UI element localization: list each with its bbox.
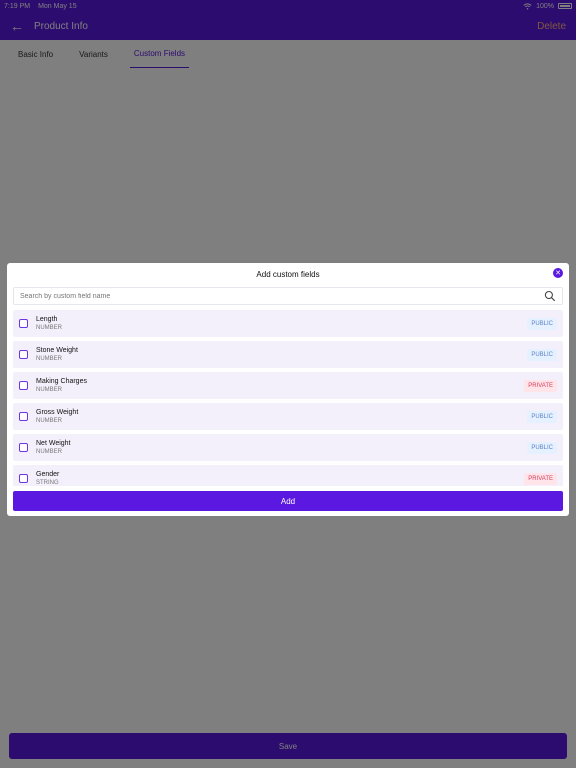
add-button[interactable]: Add — [13, 491, 563, 511]
list-item[interactable]: Gross Weight NUMBER PUBLIC — [13, 403, 563, 430]
field-type: NUMBER — [36, 449, 63, 455]
visibility-badge: PRIVATE — [524, 472, 557, 485]
field-name: Gross Weight — [36, 409, 79, 416]
list-item[interactable]: Net Weight NUMBER PUBLIC — [13, 434, 563, 461]
add-custom-fields-modal: Add custom fields ✕ Length NUMBER PUBLIC… — [7, 263, 569, 516]
visibility-badge: PUBLIC — [527, 317, 557, 330]
list-item[interactable]: Length NUMBER PUBLIC — [13, 310, 563, 337]
field-name: Making Charges — [36, 378, 87, 385]
checkbox[interactable] — [19, 474, 28, 483]
checkbox[interactable] — [19, 319, 28, 328]
list-item[interactable]: Stone Weight NUMBER PUBLIC — [13, 341, 563, 368]
checkbox[interactable] — [19, 412, 28, 421]
list-item[interactable]: Making Charges NUMBER PRIVATE — [13, 372, 563, 399]
field-type: NUMBER — [36, 356, 63, 362]
visibility-badge: PRIVATE — [524, 379, 557, 392]
field-name: Stone Weight — [36, 347, 78, 354]
field-name: Length — [36, 316, 58, 323]
visibility-badge: PUBLIC — [527, 441, 557, 454]
checkbox[interactable] — [19, 381, 28, 390]
custom-field-list[interactable]: Length NUMBER PUBLIC Stone Weight NUMBER… — [13, 310, 563, 486]
checkbox[interactable] — [19, 443, 28, 452]
field-type: NUMBER — [36, 325, 63, 331]
close-icon[interactable]: ✕ — [553, 268, 563, 278]
field-type: NUMBER — [36, 418, 63, 424]
search-box — [13, 287, 563, 305]
field-name: Net Weight — [36, 440, 71, 447]
visibility-badge: PUBLIC — [527, 348, 557, 361]
field-type: STRING — [36, 480, 59, 486]
list-item[interactable]: Gender STRING PRIVATE — [13, 465, 563, 486]
search-icon[interactable] — [544, 290, 556, 302]
modal-title: Add custom fields — [256, 270, 320, 279]
visibility-badge: PUBLIC — [527, 410, 557, 423]
field-name: Gender — [36, 471, 60, 478]
checkbox[interactable] — [19, 350, 28, 359]
search-input[interactable] — [20, 292, 545, 300]
field-type: NUMBER — [36, 387, 63, 393]
